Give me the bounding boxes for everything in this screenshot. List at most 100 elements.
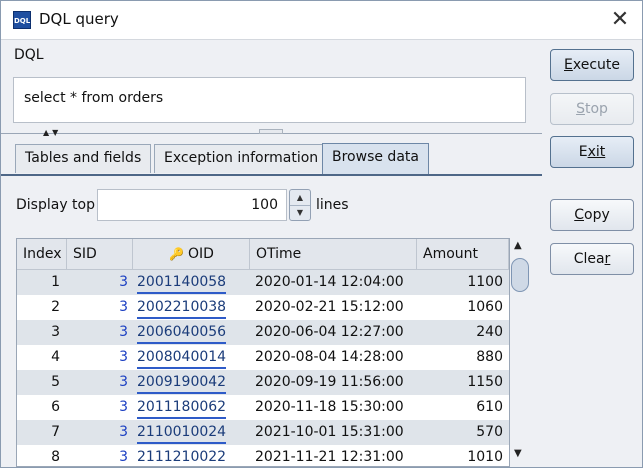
oid-link[interactable]: 2002210038 bbox=[137, 297, 227, 319]
scroll-up-icon[interactable]: ▲ bbox=[514, 240, 522, 251]
stop-label: top bbox=[584, 101, 608, 117]
cell-oid[interactable]: 2008040014 bbox=[133, 345, 250, 370]
cell-amount[interactable]: 1100 bbox=[417, 270, 509, 295]
cell-oid[interactable]: 2002210038 bbox=[133, 295, 250, 320]
clear-mnemonic: r bbox=[604, 251, 611, 267]
column-header-oid[interactable]: 🔑 OID bbox=[133, 239, 250, 270]
spinner-down-icon[interactable]: ▼ bbox=[290, 205, 310, 220]
cell-index[interactable]: 4 bbox=[17, 345, 67, 370]
cell-sid[interactable]: 3 bbox=[67, 345, 133, 370]
column-header-index[interactable]: Index bbox=[17, 239, 67, 270]
lines-label: lines bbox=[316, 197, 349, 213]
execute-mnemonic: E bbox=[564, 57, 573, 73]
cell-index[interactable]: 5 bbox=[17, 370, 67, 395]
splitter[interactable]: ▲▼ bbox=[1, 128, 542, 137]
dql-app-icon: DQL bbox=[13, 11, 31, 29]
splitter-grip[interactable] bbox=[259, 129, 283, 134]
query-input[interactable]: select * from orders bbox=[13, 77, 526, 123]
cell-index[interactable]: 7 bbox=[17, 420, 67, 445]
column-header-oid-label: OID bbox=[187, 246, 214, 262]
cell-sid[interactable]: 3 bbox=[67, 270, 133, 295]
cell-oid[interactable]: 2111210022 bbox=[133, 445, 250, 466]
stop-button[interactable]: Stop bbox=[550, 93, 634, 125]
column-header-amount[interactable]: Amount bbox=[417, 239, 509, 270]
oid-link[interactable]: 2011180062 bbox=[137, 397, 227, 419]
dql-label: DQL bbox=[14, 47, 44, 63]
data-table: Index SID 🔑 OID OTime Amount 1 3 2001140058… bbox=[16, 238, 510, 467]
stop-mnemonic: S bbox=[576, 101, 585, 117]
cell-amount[interactable]: 610 bbox=[417, 395, 509, 420]
column-header-sid[interactable]: SID bbox=[67, 239, 133, 270]
cell-oid[interactable]: 2009190042 bbox=[133, 370, 250, 395]
table-row[interactable]: 3 3 2006040056 2020-06-04 12:27:00 240 bbox=[17, 320, 509, 345]
cell-index[interactable]: 3 bbox=[17, 320, 67, 345]
tab-tables-and-fields[interactable]: Tables and fields bbox=[15, 144, 152, 173]
cell-amount[interactable]: 880 bbox=[417, 345, 509, 370]
exit-button[interactable]: Exit bbox=[550, 136, 634, 168]
column-header-otime[interactable]: OTime bbox=[250, 239, 417, 270]
display-top-field[interactable]: 100 bbox=[97, 189, 287, 221]
table-row[interactable]: 7 3 2110010024 2021-10-01 15:31:00 570 bbox=[17, 420, 509, 445]
spinner-up-icon[interactable]: ▲ bbox=[290, 190, 310, 206]
table-row[interactable]: 8 3 2111210022 2021-11-21 12:31:00 1010 bbox=[17, 445, 509, 466]
oid-link[interactable]: 2008040014 bbox=[137, 347, 227, 369]
exit-mnemonic: xit bbox=[587, 144, 606, 160]
cell-sid[interactable]: 3 bbox=[67, 420, 133, 445]
cell-oid[interactable]: 2001140058 bbox=[133, 270, 250, 295]
table-row[interactable]: 5 3 2009190042 2020-09-19 11:56:00 1150 bbox=[17, 370, 509, 395]
execute-label: xecute bbox=[572, 57, 620, 73]
clear-first: Clea bbox=[573, 251, 605, 267]
cell-amount[interactable]: 1010 bbox=[417, 445, 509, 466]
table-row[interactable]: 6 3 2011180062 2020-11-18 15:30:00 610 bbox=[17, 395, 509, 420]
cell-amount[interactable]: 240 bbox=[417, 320, 509, 345]
cell-oid[interactable]: 2110010024 bbox=[133, 420, 250, 445]
cell-otime[interactable]: 2021-11-21 12:31:00 bbox=[250, 445, 417, 466]
cell-otime[interactable]: 2020-06-04 12:27:00 bbox=[250, 320, 417, 345]
execute-button[interactable]: Execute bbox=[550, 49, 634, 81]
clear-button[interactable]: Clear bbox=[550, 243, 634, 275]
cell-sid[interactable]: 3 bbox=[67, 295, 133, 320]
cell-oid[interactable]: 2006040056 bbox=[133, 320, 250, 345]
cell-otime[interactable]: 2020-11-18 15:30:00 bbox=[250, 395, 417, 420]
cell-amount[interactable]: 570 bbox=[417, 420, 509, 445]
cell-sid[interactable]: 3 bbox=[67, 320, 133, 345]
oid-link[interactable]: 2006040056 bbox=[137, 322, 227, 344]
cell-amount[interactable]: 1150 bbox=[417, 370, 509, 395]
oid-link[interactable]: 2009190042 bbox=[137, 372, 227, 394]
copy-mnemonic: C bbox=[574, 207, 585, 223]
table-row[interactable]: 1 3 2001140058 2020-01-14 12:04:00 1100 bbox=[17, 270, 509, 295]
cell-otime[interactable]: 2020-09-19 11:56:00 bbox=[250, 370, 417, 395]
window-title: DQL query bbox=[39, 10, 119, 28]
vertical-scrollbar[interactable]: ▲ ▼ bbox=[510, 238, 530, 467]
close-icon[interactable]: ✕ bbox=[607, 7, 633, 33]
oid-link[interactable]: 2001140058 bbox=[137, 272, 227, 294]
cell-otime[interactable]: 2020-08-04 14:28:00 bbox=[250, 345, 417, 370]
oid-link[interactable]: 2110010024 bbox=[137, 422, 227, 444]
table-row[interactable]: 4 3 2008040014 2020-08-04 14:28:00 880 bbox=[17, 345, 509, 370]
title-bar: DQL DQL query ✕ bbox=[1, 1, 642, 40]
scroll-thumb[interactable] bbox=[511, 258, 529, 292]
tab-browse-data[interactable]: Browse data bbox=[322, 143, 429, 174]
cell-index[interactable]: 6 bbox=[17, 395, 67, 420]
oid-link[interactable]: 2111210022 bbox=[137, 447, 226, 466]
display-top-label: Display top bbox=[16, 197, 95, 213]
cell-otime[interactable]: 2020-02-21 15:12:00 bbox=[250, 295, 417, 320]
copy-button[interactable]: Copy bbox=[550, 199, 634, 231]
cell-index[interactable]: 8 bbox=[17, 445, 67, 466]
cell-index[interactable]: 2 bbox=[17, 295, 67, 320]
cell-index[interactable]: 1 bbox=[17, 270, 67, 295]
cell-amount[interactable]: 1060 bbox=[417, 295, 509, 320]
scroll-down-icon[interactable]: ▼ bbox=[514, 448, 522, 459]
tab-exception-information[interactable]: Exception information bbox=[154, 144, 329, 173]
copy-label: opy bbox=[584, 207, 610, 223]
cell-otime[interactable]: 2020-01-14 12:04:00 bbox=[250, 270, 417, 295]
cell-otime[interactable]: 2021-10-01 15:31:00 bbox=[250, 420, 417, 445]
cell-sid[interactable]: 3 bbox=[67, 370, 133, 395]
cell-oid[interactable]: 2011180062 bbox=[133, 395, 250, 420]
cell-sid[interactable]: 3 bbox=[67, 445, 133, 466]
table-row[interactable]: 2 3 2002210038 2020-02-21 15:12:00 1060 bbox=[17, 295, 509, 320]
cell-sid[interactable]: 3 bbox=[67, 395, 133, 420]
dql-query-window: DQL DQL query ✕ DQL select * from orders… bbox=[0, 0, 643, 468]
display-top-spinner[interactable]: ▲ ▼ bbox=[289, 189, 311, 221]
splitter-arrows-icon[interactable]: ▲▼ bbox=[43, 128, 61, 137]
